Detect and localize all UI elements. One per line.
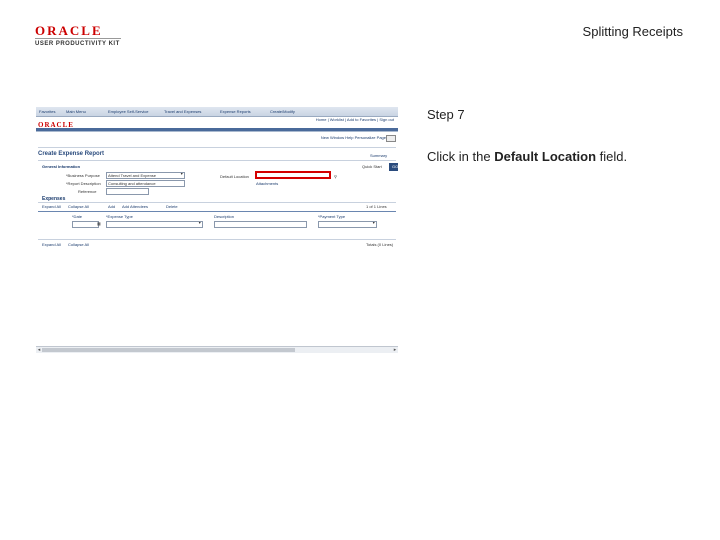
horizontal-scrollbar[interactable]: ◂ ▸ <box>36 346 398 353</box>
subnav-add-favorites[interactable]: Add to Favorites <box>347 117 376 122</box>
totals-label: Totals (0 Lines) <box>366 242 394 247</box>
report-description-field[interactable]: Consulting and attendance <box>106 180 185 187</box>
collapse-all-link[interactable]: Collapse All <box>68 204 89 209</box>
nav-expense-reports[interactable]: Expense Reports <box>220 109 251 114</box>
scroll-right-icon[interactable]: ▸ <box>392 347 398 353</box>
header-divider <box>36 131 398 132</box>
divider-line <box>38 160 396 161</box>
divider-line <box>38 202 396 203</box>
summary-link[interactable]: Summary <box>370 153 387 158</box>
reference-label: Reference <box>78 189 97 194</box>
instruction-suffix: field. <box>596 149 628 164</box>
calendar-icon[interactable]: ▦ <box>97 221 101 226</box>
page-button[interactable] <box>386 135 396 142</box>
go-button[interactable]: GO <box>389 163 398 171</box>
personalize-links[interactable]: New Window Help Personalize Page <box>321 135 386 140</box>
table-header-rule <box>38 211 396 212</box>
column-payment-type: *Payment Type <box>318 214 346 219</box>
column-date: *Date <box>72 214 83 219</box>
report-description-label: *Report Description <box>66 181 101 186</box>
subnav-home[interactable]: Home <box>316 117 327 122</box>
instruction-prefix: Click in the <box>427 149 495 164</box>
date-field[interactable] <box>72 221 99 228</box>
rows-count: 1 of 1 Lines <box>366 204 387 209</box>
delete-link[interactable]: Delete <box>166 204 178 209</box>
quick-start-label: Quick Start <box>362 164 382 169</box>
column-expense-type: *Expense Type <box>106 214 133 219</box>
payment-type-select[interactable] <box>318 221 377 228</box>
oracle-wordmark: ORACLE <box>35 23 103 38</box>
page-title: Create Expense Report <box>38 151 105 157</box>
footer-collapse-all[interactable]: Collapse All <box>68 242 89 247</box>
add-attendees-link[interactable]: Add Attendees <box>122 204 148 209</box>
oracle-upk-logo: ORACLE USER PRODUCTIVITY KIT <box>35 24 125 48</box>
subnav-sign-out[interactable]: Sign out <box>379 117 394 122</box>
screenshot-thumbnail: Favorites Main Menu Employee Self-Servic… <box>36 107 398 353</box>
sub-navigation: Home | Worklist | Add to Favorites | Sig… <box>315 117 394 122</box>
description-field[interactable] <box>214 221 307 228</box>
step-label: Step 7 <box>427 107 465 122</box>
expense-type-select[interactable] <box>106 221 203 228</box>
scrollbar-thumb[interactable] <box>42 348 295 352</box>
nav-main-menu[interactable]: Main Menu <box>66 109 86 114</box>
divider-line <box>38 239 396 240</box>
general-info-header: General Information <box>42 164 81 169</box>
nav-favorites[interactable]: Favorites <box>39 109 55 114</box>
subnav-worklist[interactable]: Worklist <box>330 117 344 122</box>
divider-line <box>38 147 396 148</box>
upk-wordmark: USER PRODUCTIVITY KIT <box>35 41 120 47</box>
business-purpose-label: *Business Purpose <box>66 173 100 178</box>
reference-field[interactable] <box>106 188 149 195</box>
attachments-link[interactable]: Attachments <box>256 181 278 186</box>
business-purpose-select[interactable]: Attend Travel and Expense <box>106 172 185 179</box>
add-link[interactable]: Add <box>108 204 115 209</box>
step-instruction: Click in the Default Location field. <box>427 149 627 164</box>
default-location-field-highlighted[interactable] <box>255 171 331 179</box>
nav-employee-self-service[interactable]: Employee Self-Service <box>108 109 148 114</box>
location-lookup-icon[interactable]: ⚲ <box>334 174 337 179</box>
expand-all-link[interactable]: Expand All <box>42 204 61 209</box>
nav-create-modify[interactable]: Create/Modify <box>270 109 295 114</box>
column-description: Description <box>214 214 235 219</box>
logo-underline <box>35 38 121 39</box>
footer-expand-all[interactable]: Expand All <box>42 242 61 247</box>
slide-title: Splitting Receipts <box>582 24 683 39</box>
instruction-field-name: Default Location <box>494 149 597 164</box>
nav-travel-expenses[interactable]: Travel and Expenses <box>164 109 201 114</box>
top-navigation-bar: Favorites Main Menu Employee Self-Servic… <box>36 107 398 117</box>
default-location-label: Default Location <box>220 174 249 179</box>
